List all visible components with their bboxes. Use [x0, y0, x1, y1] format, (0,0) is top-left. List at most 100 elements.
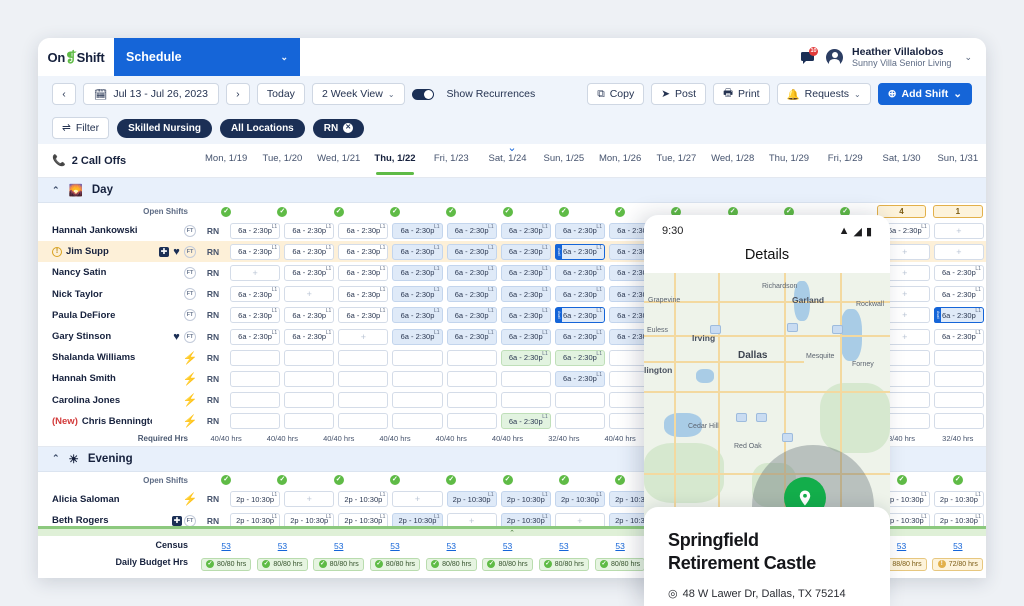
shift-cell[interactable]: 2p - 10:30pL1 [446, 491, 497, 508]
shift-cell[interactable]: + [284, 286, 335, 303]
open-shift-status[interactable]: ✓ [930, 475, 986, 486]
daily-budget-cell[interactable]: ✓80/80 hrs [482, 557, 533, 571]
shift-cell[interactable] [230, 392, 281, 409]
shift-cell[interactable]: 6a - 2:30pL1 [446, 286, 497, 303]
shift-cell[interactable]: 6a - 2:30pL1 [554, 328, 605, 345]
day-column-header[interactable]: Sat, 1/30 [873, 153, 929, 169]
module-selector-schedule[interactable]: Schedule ⌄ [114, 38, 300, 76]
shift-cell[interactable] [554, 392, 605, 409]
open-shift-status[interactable]: ✓ [479, 205, 535, 218]
day-column-header[interactable]: Fri, 1/29 [817, 153, 873, 169]
shift-cell[interactable]: + [933, 222, 984, 239]
shift-cell[interactable]: 6a - 2:30pL1 [500, 222, 551, 239]
filter-chip-all-locations[interactable]: All Locations [219, 118, 305, 138]
employee-name[interactable]: Beth Rogers [52, 515, 152, 526]
shift-cell[interactable]: 6a - 2:30pL1 [338, 264, 389, 281]
shift-cell[interactable]: 2p - 10:30pL1 [933, 491, 984, 508]
open-shift-status[interactable]: ✓ [423, 205, 479, 218]
open-shift-status[interactable]: ✓ [254, 475, 310, 486]
daily-budget-cell[interactable]: ✓80/80 hrs [257, 557, 308, 571]
shift-cell[interactable]: 6a - 2:30pL1 [500, 349, 551, 366]
employee-name[interactable]: (New) Chris Bennington [52, 416, 152, 427]
open-shift-status[interactable]: ✓ [479, 475, 535, 486]
employee-name[interactable]: Alicia Saloman [52, 494, 152, 505]
shift-cell[interactable]: 6a - 2:30pL1 [446, 264, 497, 281]
employee-name[interactable]: Gary Stinson [52, 331, 152, 342]
shift-cell[interactable]: 6a - 2:30pL1 [338, 286, 389, 303]
day-column-header[interactable]: Mon, 1/19 [198, 153, 254, 169]
shift-cell[interactable] [230, 413, 281, 430]
collapse-chevron-icon[interactable]: ⌃ [52, 185, 60, 196]
shift-cell[interactable]: 6a - 2:30pL1 [230, 286, 281, 303]
shift-cell[interactable] [284, 413, 335, 430]
messages-button[interactable]: 10 [801, 47, 819, 65]
shift-cell[interactable]: 2p - 10:30pL1 [554, 491, 605, 508]
shift-cell[interactable] [500, 392, 551, 409]
shift-cell[interactable]: 2p - 10:30pL1 [500, 491, 551, 508]
today-button[interactable]: Today [256, 83, 305, 105]
shift-cell[interactable] [392, 370, 443, 387]
day-column-header[interactable]: Fri, 1/23 [423, 153, 479, 169]
section-header-day[interactable]: ⌃ 🌄 Day [38, 178, 986, 203]
next-period-button[interactable]: › [225, 83, 250, 105]
shift-cell[interactable] [338, 370, 389, 387]
shift-cell[interactable]: 6a - 2:30pL1 [446, 307, 497, 324]
census-value[interactable]: 53 [447, 541, 456, 551]
shift-cell[interactable]: + [284, 491, 335, 508]
shift-cell[interactable] [554, 413, 605, 430]
shift-cell[interactable]: 6a - 2:30pL1 [554, 349, 605, 366]
open-shift-status[interactable]: ✓ [198, 205, 254, 218]
shift-cell[interactable] [446, 349, 497, 366]
census-value[interactable]: 53 [503, 541, 512, 551]
open-shift-status[interactable]: ✓ [311, 205, 367, 218]
day-column-header[interactable]: Mon, 1/26 [592, 153, 648, 169]
shift-cell[interactable]: 6a - 2:30pL1 [933, 286, 984, 303]
open-shift-status[interactable]: ✓ [592, 205, 648, 218]
shift-cell[interactable]: 6a - 2:30pL1 [554, 307, 605, 324]
shift-cell[interactable]: + [338, 328, 389, 345]
daily-budget-cell[interactable]: ✓80/80 hrs [594, 557, 646, 571]
prev-period-button[interactable]: ‹ [52, 83, 76, 105]
shift-cell[interactable]: 6a - 2:30pL1 [554, 286, 605, 303]
shift-cell[interactable] [338, 413, 389, 430]
day-column-header[interactable]: Tue, 1/20 [254, 153, 310, 169]
open-shift-status[interactable]: ✓ [536, 475, 592, 486]
user-menu-chevron-icon[interactable]: ⌄ [964, 52, 972, 63]
shift-cell[interactable] [284, 349, 335, 366]
shift-cell[interactable]: 2p - 10:30pL1 [230, 491, 281, 508]
shift-cell[interactable]: 6a - 2:30pL1 [500, 328, 551, 345]
day-column-header[interactable]: Wed, 1/21 [311, 153, 367, 169]
shift-cell[interactable]: 6a - 2:30pL1 [392, 243, 443, 260]
shift-cell[interactable]: 6a - 2:30pL1 [446, 243, 497, 260]
shift-cell[interactable]: 6a - 2:30pL1 [392, 222, 443, 239]
shift-cell[interactable]: 6a - 2:30pL1 [500, 286, 551, 303]
open-shift-status[interactable]: ✓ [254, 205, 310, 218]
shift-cell[interactable] [284, 370, 335, 387]
copy-button[interactable]: ⧉ Copy [587, 83, 645, 105]
shift-cell[interactable]: 6a - 2:30pL1 [284, 307, 335, 324]
shift-cell[interactable]: 6a - 2:30pL1 [554, 222, 605, 239]
shift-cell[interactable]: 6a - 2:30pL1 [284, 222, 335, 239]
census-value[interactable]: 53 [278, 541, 287, 551]
day-column-header[interactable]: Tue, 1/27 [648, 153, 704, 169]
census-value[interactable]: 53 [953, 541, 962, 551]
census-value[interactable]: 53 [559, 541, 568, 551]
shift-cell[interactable]: 6a - 2:30pL1 [284, 264, 335, 281]
shift-cell[interactable] [338, 392, 389, 409]
shift-cell[interactable]: 6a - 2:30pL1 [933, 307, 984, 324]
employee-name[interactable]: Nancy Satin [52, 267, 152, 278]
shift-cell[interactable] [446, 392, 497, 409]
census-value[interactable]: 53 [615, 541, 624, 551]
requests-button[interactable]: 🔔 Requests ⌄ [776, 83, 871, 105]
shift-cell[interactable] [230, 370, 281, 387]
shift-cell[interactable]: 6a - 2:30pL1 [284, 243, 335, 260]
shift-cell[interactable]: 6a - 2:30pL1 [392, 328, 443, 345]
add-shift-button[interactable]: ⊕ Add Shift ⌄ [877, 83, 972, 105]
shift-cell[interactable]: 6a - 2:30pL1 [446, 328, 497, 345]
shift-cell[interactable]: 6a - 2:30pL1 [230, 222, 281, 239]
shift-cell[interactable] [446, 413, 497, 430]
day-column-header[interactable]: Thu, 1/29 [761, 153, 817, 169]
close-icon[interactable]: ✕ [343, 123, 354, 133]
employee-name[interactable]: Carolina Jones [52, 395, 152, 406]
filter-chip-rn[interactable]: RN ✕ [312, 118, 365, 138]
